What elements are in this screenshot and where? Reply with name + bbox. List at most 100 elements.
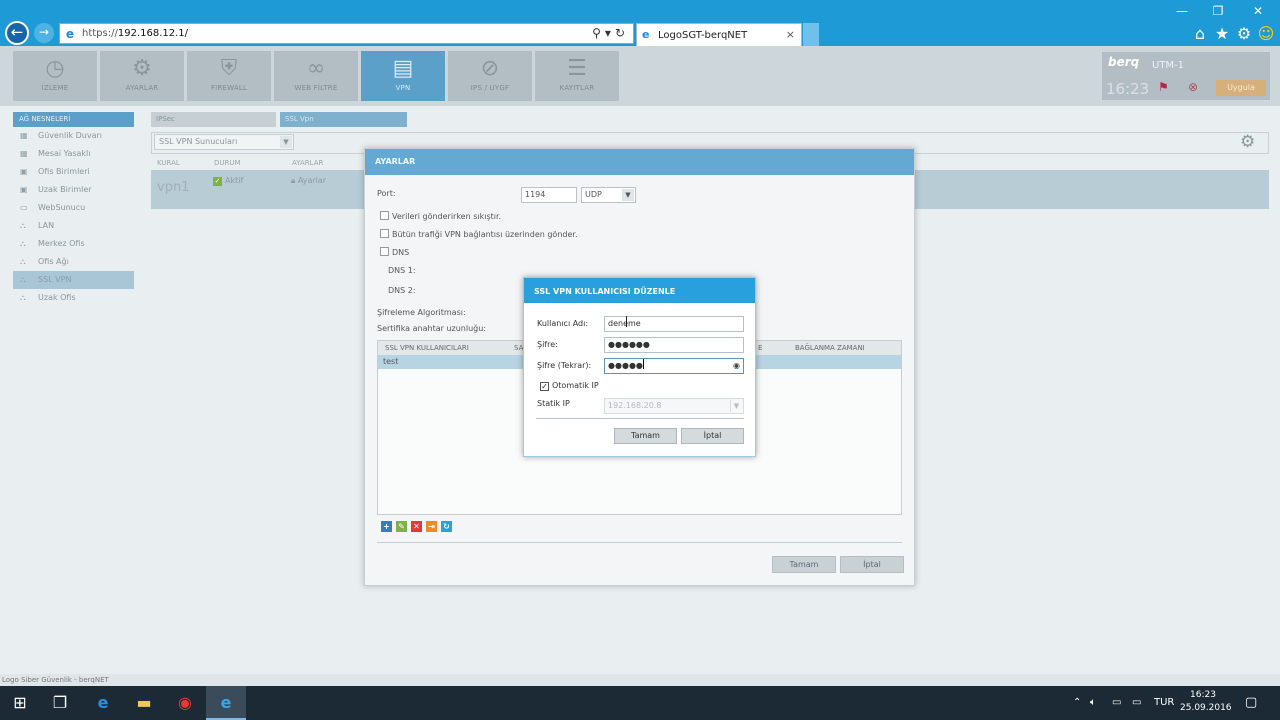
chevron-down-icon: ▼ — [730, 400, 742, 412]
flag-icon[interactable]: ⚑ — [1158, 80, 1169, 94]
clock[interactable]: 16:23 25.09.2016 — [1180, 689, 1232, 715]
reveal-password-icon[interactable]: ◉ — [733, 359, 740, 373]
compress-checkbox[interactable]: Verileri gönderirken sıkıştır. — [380, 211, 501, 221]
office-icon: ▣ — [20, 167, 28, 176]
start-windows-icon[interactable]: ⊞ — [0, 686, 40, 720]
ips-icon: ⊘ — [480, 56, 500, 81]
gear-icon[interactable]: ⚙ — [1240, 132, 1255, 152]
sidebar-item[interactable]: ▦ Mesai Yasaklı — [13, 145, 134, 163]
column-header: AYARLAR — [292, 159, 324, 167]
chevron-down-icon: ▼ — [622, 189, 634, 201]
module-label: FIREWALL — [210, 84, 248, 92]
module-label: IPS / UYGF — [470, 84, 510, 92]
address-bar[interactable]: e https://192.168.12.1/ ⚲▾↻ — [59, 23, 634, 44]
all-traffic-checkbox[interactable]: Bütün trafiği VPN bağlantısı üzerinden g… — [380, 229, 578, 239]
server-select[interactable]: SSL VPN Sunucuları ▼ — [154, 134, 294, 150]
password-repeat-label: Şifre (Tekrar): — [537, 361, 592, 370]
remote-icon: ▣ — [20, 185, 28, 194]
username-input[interactable]: deneme — [604, 316, 744, 332]
static-ip-label: Statik IP — [537, 399, 570, 408]
checkbox-label: DNS — [392, 248, 410, 257]
browser-tab[interactable]: e LogoSGT-berqNET × — [636, 23, 802, 46]
sidebar-item-label: SSL VPN — [38, 275, 72, 284]
search-refresh-icons[interactable]: ⚲▾↻ — [592, 26, 629, 40]
module-kayitlar[interactable]: ☰ KAYITLAR — [535, 51, 619, 101]
status-cell: ✓ Aktif — [213, 176, 243, 186]
sidebar-item-ssl-vpn[interactable]: ⛬ SSL VPN — [13, 271, 134, 289]
protocol-select[interactable]: UDP ▼ — [581, 187, 636, 203]
column-header: E — [758, 344, 763, 352]
port-input[interactable]: 1194 — [521, 187, 577, 203]
username-value: deneme — [608, 319, 641, 328]
module-label: AYARLAR — [125, 84, 159, 92]
sidebar-item[interactable]: ▣ Ofis Birimleri — [13, 163, 134, 181]
ie-tab-icon: e — [642, 28, 650, 41]
dns-checkbox[interactable]: DNS — [380, 247, 409, 257]
delete-icon[interactable]: ✕ — [411, 521, 422, 532]
module-ips[interactable]: ⊘ IPS / UYGF — [448, 51, 532, 101]
sidebar-item[interactable]: ⛬ LAN — [13, 217, 134, 235]
sidebar-item[interactable]: ⛬ Ofis Ağı — [13, 253, 134, 271]
password-value: ●●●●●● — [608, 340, 650, 349]
internet-explorer-icon[interactable]: e — [206, 686, 246, 720]
volume-icon[interactable]: 🔈︎ — [1090, 697, 1096, 708]
language-indicator[interactable]: TUR — [1154, 697, 1174, 708]
sidebar-item[interactable]: ▦ Güvenlik Duvarı — [13, 127, 134, 145]
sidebar-item[interactable]: ▣ Uzak Birimler — [13, 181, 134, 199]
module-vpn[interactable]: ▤ VPN — [361, 51, 445, 101]
dns1-label: DNS 1: — [388, 266, 416, 275]
battery-icon[interactable]: ▭ — [1112, 697, 1121, 708]
module-ayarlar[interactable]: ⚙ AYARLAR — [100, 51, 184, 101]
file-explorer-icon[interactable]: ▬ — [124, 686, 164, 720]
sidebar-item[interactable]: ⛬ Merkez Ofis — [13, 235, 134, 253]
windows-taskbar: ⊞ ❐ e ▬ ◉ e ⌃ 🔈︎ ▭ ▭ TUR 16:23 25.09.201… — [0, 686, 1280, 720]
clock-date: 25.09.2016 — [1180, 703, 1232, 713]
settings-icon: ⚙ — [132, 56, 152, 81]
tools-gear-icon[interactable]: ⚙ — [1234, 24, 1254, 43]
tab-title: LogoSGT-berqNET — [658, 30, 748, 41]
module-web-filtre[interactable]: ∞ WEB FİLTRE — [274, 51, 358, 101]
cancel-button[interactable]: İptal — [681, 428, 744, 444]
record-app-icon[interactable]: ◉ — [165, 686, 205, 720]
add-icon[interactable]: + — [381, 521, 392, 532]
edge-browser-icon[interactable]: e — [83, 686, 123, 720]
cancel-button[interactable]: İptal — [840, 556, 904, 573]
ok-button[interactable]: Tamam — [772, 556, 836, 573]
module-izleme[interactable]: ◷ İZLEME — [13, 51, 97, 101]
back-arrow-icon[interactable]: ← — [5, 21, 29, 45]
minimize-icon[interactable]: — — [1172, 4, 1192, 18]
restore-icon[interactable]: ❐ — [1208, 4, 1228, 18]
tab-ssl-vpn[interactable]: SSL Vpn — [280, 112, 407, 127]
dialog-title: AYARLAR — [365, 149, 914, 175]
apply-button[interactable]: Uygula — [1216, 80, 1266, 96]
password-repeat-input[interactable]: ●●●●● ◉ — [604, 358, 744, 374]
sidebar-item[interactable]: ⛬ Uzak Ofis — [13, 289, 134, 307]
password-input[interactable]: ●●●●●● — [604, 337, 744, 353]
edit-icon[interactable]: ✎ — [396, 521, 407, 532]
new-tab-button[interactable] — [803, 23, 819, 46]
feedback-smiley-icon[interactable]: ☺ — [1256, 24, 1276, 43]
export-icon[interactable]: ⇥ — [426, 521, 437, 532]
tab-ipsec[interactable]: IPSec — [151, 112, 276, 127]
sidebar-item[interactable]: ▭ WebSunucu — [13, 199, 134, 217]
sidebar-title: AĞ NESNELERİ — [13, 112, 134, 127]
cancel-circle-icon[interactable]: ⊗ — [1188, 80, 1198, 94]
shield-icon: ⛨ — [220, 56, 238, 81]
module-firewall[interactable]: ⛨ FIREWALL — [187, 51, 271, 101]
tab-close-icon[interactable]: × — [786, 28, 795, 41]
close-window-icon[interactable]: ✕ — [1248, 4, 1268, 18]
forward-arrow-icon[interactable]: → — [34, 23, 54, 43]
home-icon[interactable]: ⌂ — [1190, 24, 1210, 43]
task-view-icon[interactable]: ❐ — [40, 686, 80, 720]
sidebar-item-label: Ofis Birimleri — [38, 167, 90, 176]
auto-ip-checkbox[interactable]: ✓ Otomatik IP — [540, 381, 599, 391]
column-header: BAĞLANMA ZAMANI — [795, 344, 865, 352]
refresh-icon[interactable]: ↻ — [441, 521, 452, 532]
ok-button[interactable]: Tamam — [614, 428, 677, 444]
module-label: KAYITLAR — [559, 84, 595, 92]
settings-cell[interactable]: 🔒︎ Ayarlar — [291, 176, 326, 186]
network-icon[interactable]: ▭ — [1132, 697, 1141, 708]
chevron-up-icon[interactable]: ⌃ — [1073, 697, 1081, 708]
notification-icon[interactable]: ▢ — [1245, 695, 1257, 710]
favorites-star-icon[interactable]: ★ — [1212, 24, 1232, 43]
